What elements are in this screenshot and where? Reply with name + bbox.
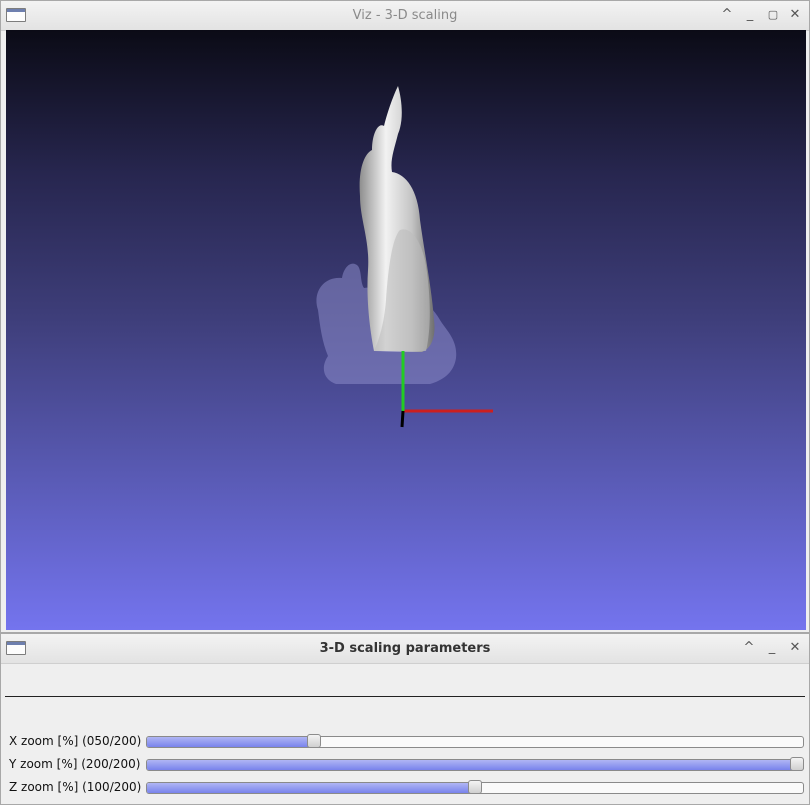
trackbar-thumb[interactable] (468, 780, 482, 794)
minimize-icon[interactable]: _ (764, 640, 780, 656)
separator-line (5, 696, 805, 697)
trackbar-label: Z zoom [%] (100/200) (9, 780, 142, 794)
trackbar-fill (147, 737, 315, 747)
parameters-titlebar[interactable]: 3-D scaling parameters ^ _ ✕ (1, 634, 809, 664)
trackbar-thumb[interactable] (307, 734, 321, 748)
window-title: Viz - 3-D scaling (352, 8, 458, 23)
trackbar-fill (147, 760, 798, 770)
trackbar-z-zoom: Z zoom [%] (100/200) (0, 780, 810, 796)
window-title: 3-D scaling parameters (319, 641, 491, 656)
z-axis-line (400, 410, 405, 428)
scene-svg (316, 86, 493, 428)
trackbar-x-zoom: X zoom [%] (050/200) (0, 734, 810, 750)
trackbar-label: Y zoom [%] (200/200) (9, 757, 141, 771)
close-icon[interactable]: ✕ (787, 640, 803, 656)
shade-icon[interactable]: ^ (719, 7, 735, 23)
shade-icon[interactable]: ^ (741, 640, 757, 656)
trackbar-thumb[interactable] (790, 757, 804, 771)
trackbar-y-zoom: Y zoom [%] (200/200) (0, 757, 810, 773)
viz-titlebar[interactable]: Viz - 3-D scaling ^ _ ▢ ✕ (1, 1, 809, 31)
trackbar-track[interactable] (146, 736, 804, 748)
scaled-bunny-model (359, 86, 435, 352)
minimize-icon[interactable]: _ (742, 7, 758, 23)
3d-viewport[interactable] (6, 30, 806, 630)
viz-window: Viz - 3-D scaling ^ _ ▢ ✕ (0, 0, 810, 633)
close-icon[interactable]: ✕ (787, 7, 803, 23)
trackbar-label: X zoom [%] (050/200) (9, 734, 142, 748)
trackbar-fill (147, 783, 476, 793)
maximize-icon[interactable]: ▢ (765, 7, 781, 23)
trackbar-track[interactable] (146, 759, 804, 771)
